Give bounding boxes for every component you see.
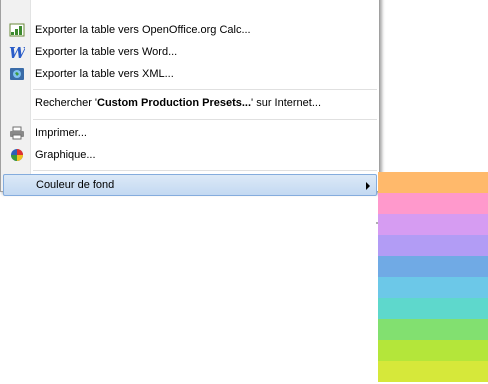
export-word-menu-item[interactable]: W Exporter la table vers Word... bbox=[3, 41, 377, 63]
xml-globe-icon bbox=[3, 63, 31, 85]
color-swatch-pink[interactable] bbox=[378, 193, 488, 214]
color-swatch-sky-blue[interactable] bbox=[378, 277, 488, 298]
menu-separator bbox=[33, 89, 377, 90]
menu-separator bbox=[33, 170, 377, 171]
svg-text:W: W bbox=[9, 44, 25, 60]
search-prefix: Rechercher ' bbox=[35, 97, 98, 109]
chart-label: Graphique... bbox=[35, 149, 96, 161]
empty-icon-slot bbox=[3, 92, 31, 114]
color-swatch-turquoise[interactable] bbox=[378, 298, 488, 319]
empty-icon-slot bbox=[4, 174, 32, 196]
printer-icon bbox=[3, 122, 31, 144]
pie-chart-icon bbox=[3, 144, 31, 166]
color-swatch-violet[interactable] bbox=[378, 214, 488, 235]
submenu-arrow-icon bbox=[366, 182, 370, 190]
word-document-icon: W bbox=[3, 41, 31, 63]
background-color-label: Couleur de fond bbox=[36, 179, 115, 191]
color-swatch-yellow-green[interactable] bbox=[378, 361, 488, 382]
calc-spreadsheet-icon bbox=[3, 19, 31, 41]
export-xml-menu-item[interactable]: Exporter la table vers XML... bbox=[3, 63, 377, 85]
color-swatch-lavender[interactable] bbox=[378, 235, 488, 256]
background-color-submenu bbox=[378, 172, 488, 384]
color-swatch-blue[interactable] bbox=[378, 256, 488, 277]
export-calc-label: Exporter la table vers OpenOffice.org Ca… bbox=[35, 24, 251, 36]
menu-separator bbox=[33, 119, 377, 120]
search-suffix: ' sur Internet... bbox=[251, 97, 322, 109]
screen: Exporter la table vers OpenOffice.org Ca… bbox=[0, 0, 488, 384]
export-word-label: Exporter la table vers Word... bbox=[35, 46, 178, 58]
color-swatch-orange[interactable] bbox=[378, 172, 488, 193]
chart-menu-item[interactable]: Graphique... bbox=[3, 144, 377, 166]
export-xml-label: Exporter la table vers XML... bbox=[35, 68, 174, 80]
search-internet-menu-item[interactable]: Rechercher 'Custom Production Presets...… bbox=[3, 92, 377, 114]
export-calc-menu-item[interactable]: Exporter la table vers OpenOffice.org Ca… bbox=[3, 19, 377, 41]
background-color-menu-item[interactable]: Couleur de fond bbox=[3, 174, 377, 196]
color-swatch-green[interactable] bbox=[378, 319, 488, 340]
print-menu-item[interactable]: Imprimer... bbox=[3, 122, 377, 144]
search-term: Custom Production Presets... bbox=[97, 97, 252, 109]
color-swatch-lime[interactable] bbox=[378, 340, 488, 361]
search-internet-label: Rechercher 'Custom Production Presets...… bbox=[31, 97, 321, 109]
print-label: Imprimer... bbox=[35, 127, 87, 139]
context-menu: Exporter la table vers OpenOffice.org Ca… bbox=[0, 0, 380, 196]
